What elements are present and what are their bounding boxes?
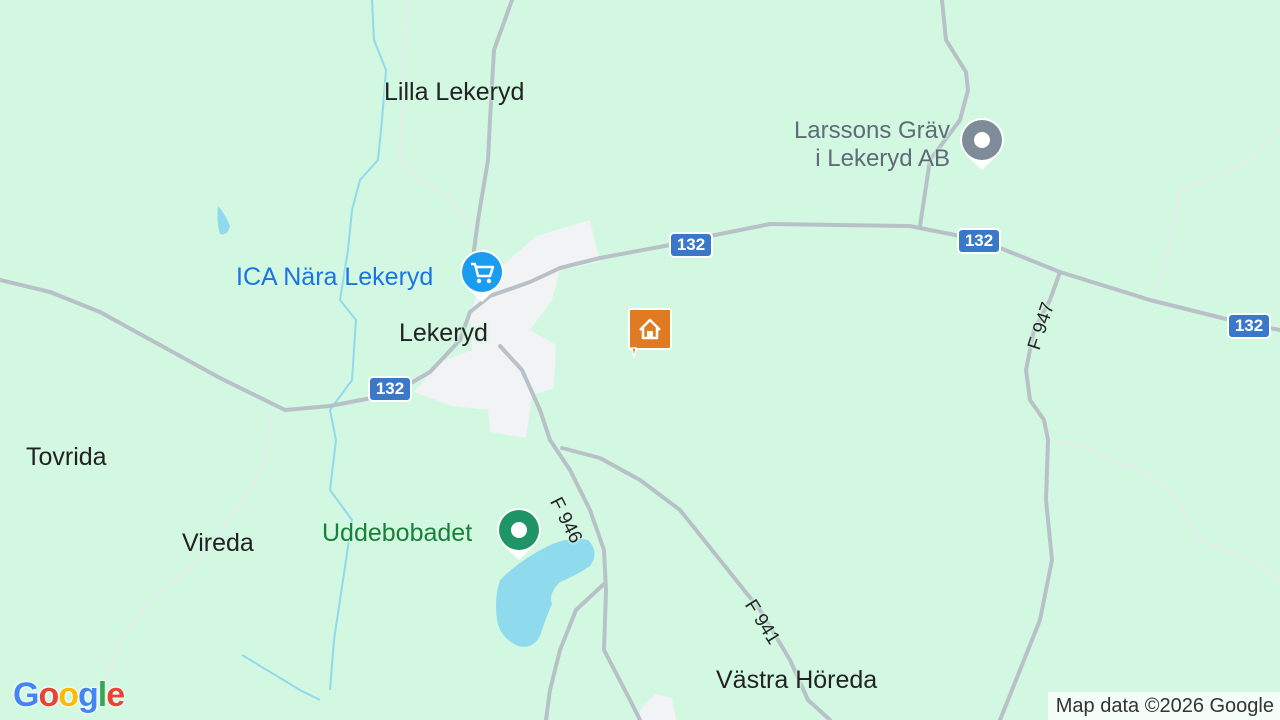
poi-ica-label[interactable]: ICA Nära Lekeryd xyxy=(236,263,433,292)
route-132-shield-3: 132 xyxy=(1234,316,1264,335)
route-132-shield-4: 132 xyxy=(375,379,405,398)
route-132-shield-2: 132 xyxy=(964,231,994,250)
place-tovrida[interactable]: Tovrida xyxy=(26,443,107,472)
location-pin-icon[interactable] xyxy=(958,116,1006,172)
map-attribution[interactable]: Map data ©2026 Google xyxy=(1047,692,1280,720)
home-icon[interactable] xyxy=(628,308,672,360)
map-canvas[interactable] xyxy=(0,0,1280,720)
poi-larssons-line2: i Lekeryd AB xyxy=(815,145,950,172)
place-lekeryd[interactable]: Lekeryd xyxy=(399,319,488,348)
place-vireda[interactable]: Vireda xyxy=(182,529,254,558)
place-vastra-horeda[interactable]: Västra Höreda xyxy=(716,666,877,695)
shopping-cart-icon[interactable] xyxy=(458,248,506,304)
park-pin-icon[interactable] xyxy=(495,506,543,562)
poi-larssons-label[interactable]: Larssons Gräv i Lekeryd AB xyxy=(762,117,950,173)
poi-uddebobadet-label[interactable]: Uddebobadet xyxy=(322,519,472,548)
google-logo: Google xyxy=(13,676,125,714)
poi-larssons-line1: Larssons Gräv xyxy=(793,117,950,144)
place-lilla-lekeryd[interactable]: Lilla Lekeryd xyxy=(384,78,524,107)
route-132-shield-1: 132 xyxy=(676,235,706,254)
